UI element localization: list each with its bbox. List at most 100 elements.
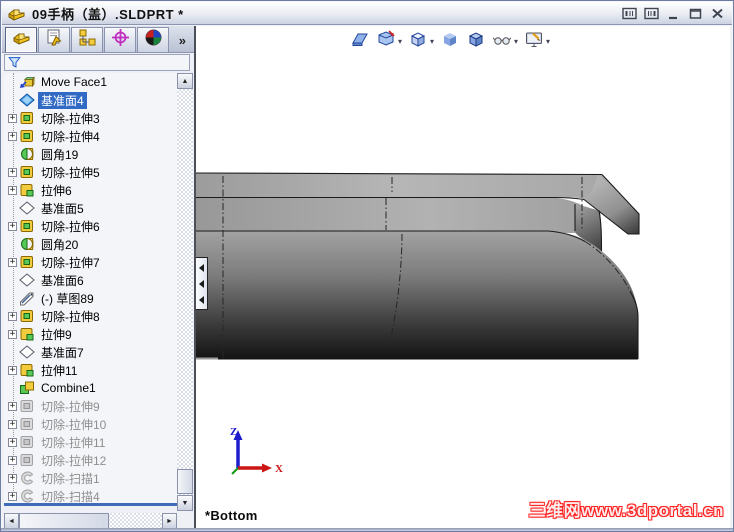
expander[interactable]: +: [8, 221, 17, 231]
expander[interactable]: +: [8, 491, 17, 501]
tree-vscrollbar[interactable]: ▲ ▼: [177, 73, 193, 511]
tree-item[interactable]: 基准面4: [4, 91, 177, 109]
tree-item[interactable]: Combine1: [4, 379, 177, 397]
appearances-icon: [144, 28, 163, 52]
tree-item[interactable]: 圆角20: [4, 235, 177, 253]
tree-item-label: (-) 草图89: [41, 291, 94, 306]
propertymanager-icon: [45, 28, 64, 52]
tab-propertymanager[interactable]: [38, 27, 70, 52]
window-controls: [621, 6, 728, 20]
tree-item-label: 切除-拉伸9: [41, 399, 100, 414]
tree-bottom-divider: [4, 503, 192, 506]
tree-item-label: 基准面6: [41, 273, 84, 288]
tree-item-label: 拉伸11: [41, 363, 78, 378]
tab-featuremanager[interactable]: [5, 27, 37, 52]
tree-item[interactable]: Move Face1: [4, 73, 177, 91]
datum-plane-icon: [19, 92, 35, 108]
tab-dimxpertmanager[interactable]: [104, 27, 136, 52]
cut-extrude-icon: [19, 218, 35, 234]
tree-item[interactable]: + 切除-拉伸11: [4, 433, 177, 451]
expander[interactable]: +: [8, 185, 17, 195]
graphics-area[interactable]: ▾ ▾ ▾ ▾ Z X *Bottom 三维网www.3dportal.cn: [196, 26, 730, 528]
collapse-left-icon: [199, 295, 204, 304]
expander[interactable]: +: [8, 167, 17, 177]
scroll-left-button[interactable]: ◄: [4, 513, 19, 529]
cut-extrude-icon: [19, 164, 35, 180]
datum-plane-icon: [19, 344, 35, 360]
datum-plane-icon: [19, 272, 35, 288]
expander[interactable]: +: [8, 419, 17, 429]
tree-item-label: Combine1: [41, 381, 96, 395]
z-axis: Z: [230, 426, 243, 468]
expander[interactable]: +: [8, 329, 17, 339]
tree-item[interactable]: 基准面7: [4, 343, 177, 361]
tabstrip-overflow-chevron[interactable]: »: [179, 33, 192, 52]
cut-sweep-icon: [19, 470, 35, 486]
vscroll-thumb[interactable]: [177, 469, 193, 494]
tree-item[interactable]: + 切除-拉伸7: [4, 253, 177, 271]
hscroll-thumb[interactable]: [19, 513, 109, 529]
tree-item[interactable]: + 拉伸11: [4, 361, 177, 379]
tree-item[interactable]: 基准面6: [4, 271, 177, 289]
tree-item[interactable]: + 切除-拉伸9: [4, 397, 177, 415]
y-axis: [231, 467, 239, 475]
tree-item[interactable]: + 切除-拉伸3: [4, 109, 177, 127]
tree-item[interactable]: + 切除-扫描1: [4, 469, 177, 487]
filter-bar[interactable]: [4, 54, 190, 71]
tree-hscrollbar[interactable]: ◄ ►: [4, 513, 177, 529]
tree-item-label: 切除-拉伸4: [41, 129, 100, 144]
scroll-down-button[interactable]: ▼: [177, 495, 193, 511]
scroll-right-button[interactable]: ►: [162, 513, 177, 529]
restore-button[interactable]: [687, 6, 704, 20]
boss-extrude-icon: [19, 362, 35, 378]
tree-item[interactable]: + 切除-拉伸12: [4, 451, 177, 469]
fillet-icon: [19, 146, 35, 162]
dock-right-button[interactable]: [643, 6, 660, 20]
tree-item[interactable]: + 切除-拉伸6: [4, 217, 177, 235]
cut-sweep-icon: [19, 488, 35, 503]
tree-item[interactable]: + 拉伸6: [4, 181, 177, 199]
tree-item-label: 切除-拉伸5: [41, 165, 100, 180]
move-face-icon: [19, 74, 35, 90]
tree-item[interactable]: (-) 草图89: [4, 289, 177, 307]
close-button[interactable]: [709, 6, 726, 20]
cut-extrude-icon: [19, 308, 35, 324]
tab-displaymanager[interactable]: [137, 27, 169, 52]
watermark: 三维网www.3dportal.cn: [528, 501, 724, 520]
expander[interactable]: +: [8, 365, 17, 375]
titlebar[interactable]: 09手柄（盖）.SLDPRT *: [2, 2, 732, 25]
scroll-up-button[interactable]: ▲: [177, 73, 193, 89]
tree-item[interactable]: + 切除-拉伸8: [4, 307, 177, 325]
tree-item[interactable]: + 拉伸9: [4, 325, 177, 343]
boss-extrude-icon: [19, 182, 35, 198]
x-axis: X: [238, 463, 283, 475]
expander[interactable]: +: [8, 257, 17, 267]
tree-item-label: 切除-拉伸6: [41, 219, 100, 234]
tree-item[interactable]: + 切除-拉伸4: [4, 127, 177, 145]
tree-item[interactable]: + 切除-扫描4: [4, 487, 177, 503]
tab-configurationmanager[interactable]: [71, 27, 103, 52]
minimize-button[interactable]: [665, 6, 682, 20]
configurations-icon: [78, 28, 97, 52]
expander[interactable]: +: [8, 437, 17, 447]
expander[interactable]: +: [8, 473, 17, 483]
tree-item-label: 切除-拉伸11: [41, 435, 106, 450]
expander[interactable]: +: [8, 455, 17, 465]
vscroll-track[interactable]: [177, 73, 193, 511]
tree-item[interactable]: + 切除-拉伸10: [4, 415, 177, 433]
tree-item[interactable]: + 切除-拉伸5: [4, 163, 177, 181]
dock-left-button[interactable]: [621, 6, 638, 20]
expander[interactable]: +: [8, 311, 17, 321]
expander[interactable]: +: [8, 113, 17, 123]
tree-item-label: 拉伸9: [41, 327, 72, 342]
cut-extrude-icon: [19, 110, 35, 126]
tree-item-label: 基准面5: [41, 201, 84, 216]
pane-splitter-handle[interactable]: [196, 257, 208, 310]
tree-item[interactable]: 圆角19: [4, 145, 177, 163]
tree-item-label: 圆角19: [41, 147, 79, 162]
expander[interactable]: +: [8, 131, 17, 141]
featuremanager-icon: [12, 28, 31, 52]
expander[interactable]: +: [8, 401, 17, 411]
solidworks-part-icon: [8, 5, 26, 21]
tree-item[interactable]: 基准面5: [4, 199, 177, 217]
